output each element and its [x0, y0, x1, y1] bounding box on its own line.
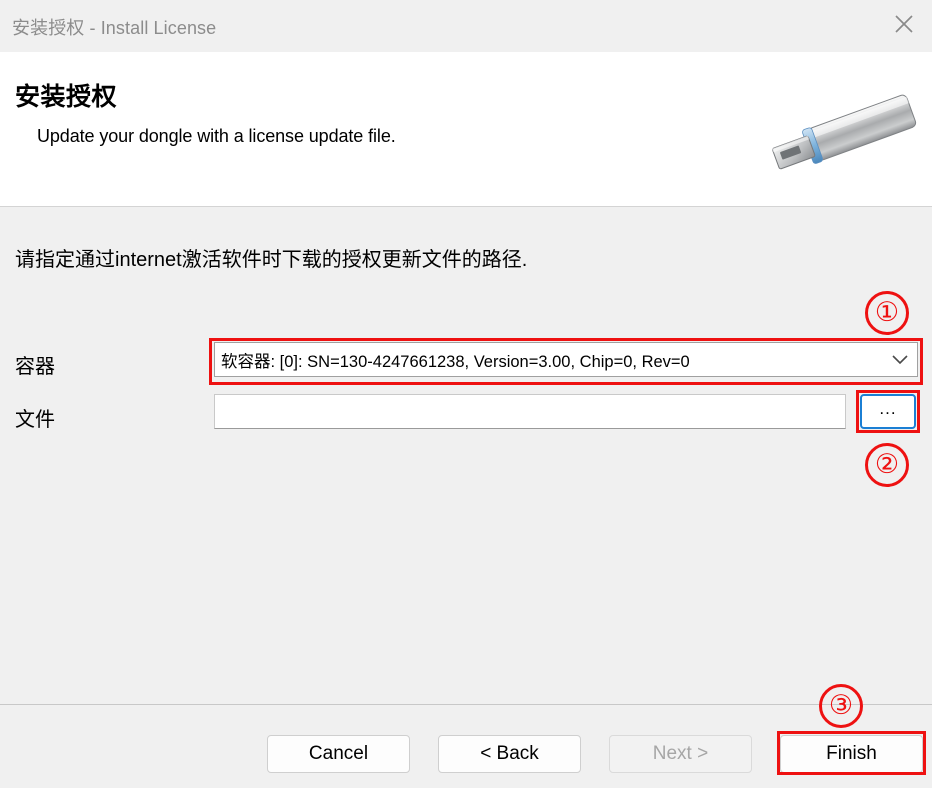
chevron-down-icon[interactable]	[883, 343, 917, 376]
browse-button-label: ...	[879, 398, 897, 418]
finish-button-label: Finish	[826, 743, 877, 764]
back-button[interactable]: < Back	[438, 735, 581, 773]
back-button-label: < Back	[480, 743, 539, 764]
window-title: 安装授权 - Install License	[12, 18, 217, 38]
file-label: 文件	[15, 409, 55, 431]
container-dropdown[interactable]: 软容器: [0]: SN=130-4247661238, Version=3.0…	[214, 342, 918, 377]
cancel-button[interactable]: Cancel	[267, 735, 410, 773]
close-button[interactable]	[876, 0, 932, 48]
header-panel: 安装授权 Update your dongle with a license u…	[0, 52, 932, 207]
finish-button[interactable]: Finish	[780, 735, 923, 773]
dialog-body: 请指定通过internet激活软件时下载的授权更新文件的路径. 容器 文件	[0, 208, 932, 704]
browse-button[interactable]: ...	[860, 394, 916, 429]
instruction-text: 请指定通过internet激活软件时下载的授权更新文件的路径.	[15, 249, 528, 271]
page-subtitle: Update your dongle with a license update…	[37, 126, 396, 146]
usb-dongle-icon	[758, 94, 926, 178]
file-path-input[interactable]	[214, 394, 846, 429]
close-icon	[893, 13, 915, 35]
cancel-button-label: Cancel	[308, 743, 369, 764]
next-button: Next >	[609, 735, 752, 773]
next-button-label: Next >	[652, 743, 709, 764]
title-bar: 安装授权 - Install License	[0, 0, 932, 52]
container-label: 容器	[15, 356, 55, 378]
dialog-footer: Cancel < Back Next > Finish	[0, 704, 932, 788]
page-title: 安装授权	[15, 83, 118, 111]
container-dropdown-value: 软容器: [0]: SN=130-4247661238, Version=3.0…	[221, 352, 690, 371]
